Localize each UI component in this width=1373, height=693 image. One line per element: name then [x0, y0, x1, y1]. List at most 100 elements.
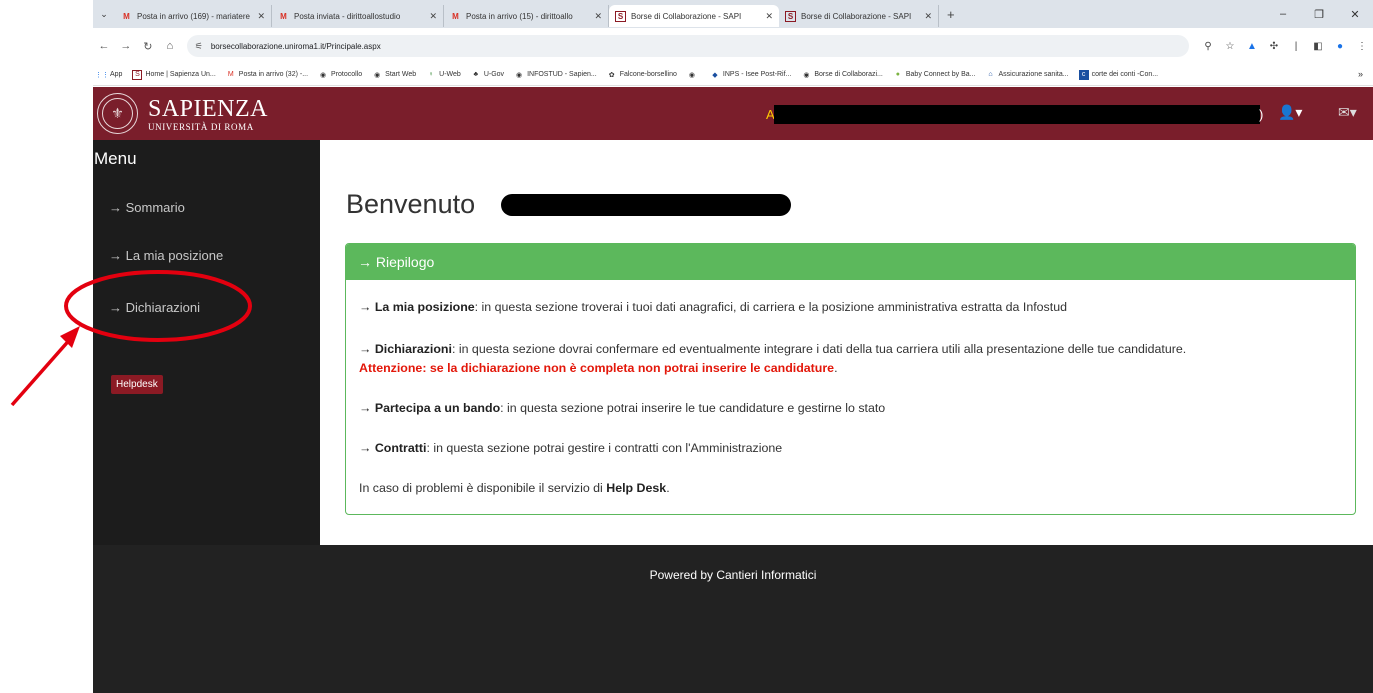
- apps-grid-icon: ⋮⋮: [95, 71, 109, 79]
- help-desk-link[interactable]: Help Desk: [606, 481, 666, 495]
- logo-title: SAPIENZA: [148, 96, 269, 122]
- footer: Powered by Cantieri Informatici: [93, 545, 1373, 693]
- bookmark-item[interactable]: M Posta in arrivo (32) -...: [226, 70, 308, 80]
- more-bookmarks-icon[interactable]: »: [1358, 69, 1363, 79]
- summary-item-bando: → Partecipa a un bando: in questa sezion…: [359, 401, 1349, 415]
- bookmark-item[interactable]: ● Baby Connect by Ba...: [893, 70, 976, 80]
- bookmark-label: Falcone-borsellino: [619, 71, 677, 78]
- forward-icon[interactable]: →: [115, 40, 137, 52]
- window-controls: – ❐ ✕: [1265, 0, 1373, 28]
- item-title[interactable]: → Contratti: [359, 441, 426, 455]
- url-field[interactable]: ⚟ borsecollaborazione.uniroma1.it/Princi…: [186, 35, 1189, 57]
- address-bar-row: ← → ↻ ⌂ ⚟ borsecollaborazione.uniroma1.i…: [93, 28, 1373, 64]
- site-info-icon[interactable]: ⚟: [195, 41, 203, 52]
- item-text: : in questa sezione potrai inserire le t…: [500, 401, 886, 415]
- bookmark-item[interactable]: S Home | Sapienza Un...: [132, 69, 216, 80]
- close-icon[interactable]: ✕: [257, 11, 265, 22]
- close-icon[interactable]: ✕: [765, 11, 773, 22]
- sapienza-icon: S: [132, 69, 143, 80]
- bookmark-label: INPS - Isee Post-Rif...: [722, 71, 792, 78]
- tab-bar: ⌄ M Posta in arrivo (169) - mariatere ✕ …: [93, 0, 1373, 28]
- mail-dropdown-icon[interactable]: ✉▾: [1338, 104, 1357, 121]
- menu-title: Menu: [94, 149, 137, 168]
- bookmark-item[interactable]: ◉ Start Web: [372, 70, 416, 80]
- helpdesk-button[interactable]: Helpdesk: [111, 375, 163, 394]
- sapienza-logo-text[interactable]: SAPIENZA UNIVERSITÀ DI ROMA: [148, 97, 268, 132]
- close-icon[interactable]: ✕: [594, 11, 602, 22]
- user-name-suffix: ): [1259, 107, 1264, 122]
- zoom-icon[interactable]: ⚲: [1197, 41, 1219, 52]
- gmail-icon: M: [123, 11, 130, 21]
- drive-icon[interactable]: ▲: [1241, 41, 1263, 52]
- item-title[interactable]: → Partecipa a un bando: [359, 401, 500, 415]
- bookmark-label: Start Web: [385, 71, 417, 78]
- restore-icon[interactable]: ❐: [1301, 8, 1337, 21]
- item-text: : in questa sezione potrai gestire i con…: [426, 441, 783, 455]
- reload-icon[interactable]: ↻: [137, 40, 159, 53]
- sapienza-seal-logo[interactable]: ⚜: [97, 93, 138, 134]
- help-text: In caso di problemi è disponibile il ser…: [359, 481, 603, 495]
- tab-title: Borse di Collaborazione - SAPI: [801, 11, 912, 21]
- inps-icon: ◆: [712, 71, 718, 79]
- bookmark-item[interactable]: ⌂ Assicurazione sanita...: [986, 70, 1068, 80]
- tab-borse-active[interactable]: S Borse di Collaborazione - SAPI ✕: [609, 5, 779, 27]
- redacted-username: [774, 105, 1260, 124]
- extensions-icon[interactable]: ✣: [1263, 41, 1285, 52]
- new-tab-icon[interactable]: +: [947, 7, 955, 22]
- close-window-icon[interactable]: ✕: [1337, 8, 1373, 21]
- divider: |: [1294, 40, 1298, 52]
- tab-borse-2[interactable]: S Borse di Collaborazione - SAPI ✕: [779, 5, 939, 27]
- main-content: Benvenuto → Riepilogo → La mia posizione…: [320, 140, 1373, 545]
- bookmark-label: INFOSTUD - Sapien...: [527, 71, 597, 78]
- sidebar-item-sommario[interactable]: → Sommario: [109, 200, 185, 215]
- bookmark-item[interactable]: ✿ Falcone-borsellino: [607, 70, 677, 80]
- falcone-icon: ✿: [608, 71, 615, 79]
- bookmark-item[interactable]: ◉ Protocollo: [318, 70, 362, 80]
- bookmark-label: App: [110, 71, 123, 78]
- home-icon[interactable]: ⌂: [159, 40, 181, 52]
- close-icon[interactable]: ✕: [429, 11, 437, 22]
- corte-conti-icon: c: [1078, 69, 1089, 80]
- browser-window: ⌄ M Posta in arrivo (169) - mariatere ✕ …: [93, 0, 1373, 693]
- warning-text: Attenzione: se la dichiarazione non è co…: [359, 361, 835, 375]
- bookmarks-bar: ⋮⋮ App S Home | Sapienza Un... M Posta in a…: [93, 64, 1373, 86]
- uweb-icon: ♀: [428, 71, 434, 78]
- toolbar-right: ⚲ ☆ ▲ ✣ | ◧ ● ⋮: [1197, 41, 1373, 52]
- tab-title: Posta in arrivo (15) - dirittoallo: [466, 11, 573, 21]
- bookmark-label: Baby Connect by Ba...: [905, 71, 976, 78]
- bookmark-label: Posta in arrivo (32) -...: [238, 71, 309, 78]
- bookmark-star-icon[interactable]: ☆: [1219, 41, 1241, 52]
- house-icon: ⌂: [988, 71, 993, 78]
- globe-icon: ◉: [516, 71, 523, 79]
- bookmark-item[interactable]: c corte dei conti -Con...: [1078, 69, 1158, 80]
- sidebar-item-la-mia-posizione[interactable]: → La mia posizione: [109, 248, 223, 263]
- item-text: : in questa sezione troverai i tuoi dati…: [474, 300, 1067, 314]
- bookmark-item[interactable]: ◉ INFOSTUD - Sapien...: [514, 70, 597, 80]
- bookmark-item[interactable]: ◉: [687, 70, 700, 80]
- bookmark-apps[interactable]: ⋮⋮ App: [95, 70, 123, 80]
- sidebar-item-dichiarazioni[interactable]: → Dichiarazioni: [109, 300, 200, 315]
- item-title[interactable]: → La mia posizione: [359, 300, 475, 314]
- bookmark-item[interactable]: ◆ INPS - Isee Post-Rif...: [710, 70, 791, 80]
- sidepanel-icon[interactable]: ◧: [1307, 41, 1329, 52]
- tab-search-icon[interactable]: ⌄: [93, 9, 115, 20]
- sapienza-icon: S: [615, 10, 626, 22]
- tab-title: Borse di Collaborazione - SAPI: [631, 11, 742, 21]
- minimize-icon[interactable]: –: [1265, 8, 1301, 20]
- profile-icon[interactable]: ●: [1329, 41, 1351, 52]
- menu-dots-icon[interactable]: ⋮: [1351, 41, 1373, 52]
- item-title[interactable]: → Dichiarazioni: [359, 342, 452, 356]
- tab-gmail-1[interactable]: M Posta in arrivo (169) - mariatere ✕: [115, 5, 272, 27]
- bookmark-item[interactable]: ◉ Borse di Collaborazi...: [801, 70, 883, 80]
- user-dropdown-icon[interactable]: 👤▾: [1278, 104, 1302, 121]
- gmail-icon: M: [280, 11, 287, 21]
- bookmark-label: Protocollo: [331, 71, 363, 78]
- close-icon[interactable]: ✕: [924, 11, 932, 22]
- bookmark-item[interactable]: ♣ U-Gov: [471, 70, 505, 80]
- tab-gmail-2[interactable]: M Posta inviata - dirittoallostudio ✕: [272, 5, 444, 27]
- globe-icon: ◉: [803, 71, 810, 79]
- bookmark-item[interactable]: ♀ U-Web: [426, 70, 461, 80]
- back-icon[interactable]: ←: [93, 40, 115, 52]
- tab-title: Posta inviata - dirittoallostudio: [294, 11, 401, 21]
- tab-gmail-3[interactable]: M Posta in arrivo (15) - dirittoallo ✕: [444, 5, 609, 27]
